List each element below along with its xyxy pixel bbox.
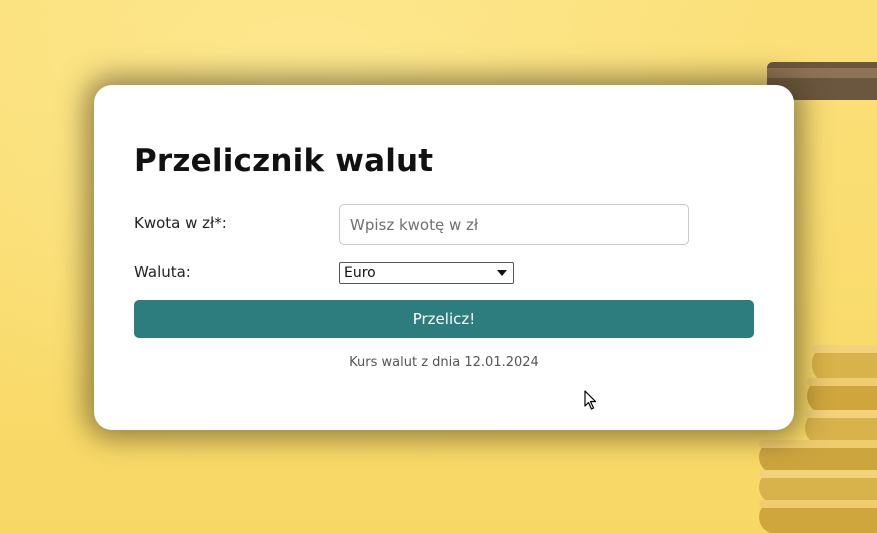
page-title: Przelicznik walut xyxy=(134,143,434,179)
amount-input[interactable] xyxy=(339,204,689,245)
currency-label: Waluta: xyxy=(134,263,191,281)
mouse-cursor-icon xyxy=(584,390,597,410)
converter-card: Przelicznik walut Kwota w zł*: Waluta: E… xyxy=(94,85,794,430)
chevron-down-icon xyxy=(497,270,507,276)
convert-button[interactable]: Przelicz! xyxy=(134,300,754,338)
currency-selected-value: Euro xyxy=(344,265,376,281)
currency-select[interactable]: Euro xyxy=(339,262,514,284)
amount-label: Kwota w zł*: xyxy=(134,214,227,232)
rate-date-text: Kurs walut z dnia 12.01.2024 xyxy=(349,355,539,370)
